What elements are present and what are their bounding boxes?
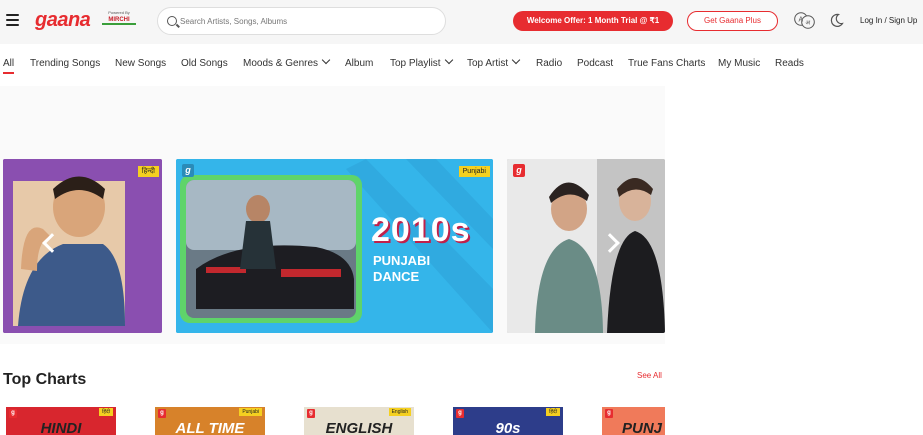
nav-item-album[interactable]: Album (345, 58, 373, 69)
chart-card-title: ENGLISH (325, 420, 393, 435)
chevron-down-icon (444, 55, 453, 65)
language-tag: हिंदी (99, 408, 113, 416)
banner-title: 2010s (371, 211, 471, 249)
nav-item-label: New Songs (115, 58, 167, 69)
banner-artist-image (3, 159, 162, 333)
nav-item-label: My Music (718, 58, 761, 69)
nav-item-label: Top Artist (467, 58, 509, 69)
powered-by-text: Powered By (108, 10, 130, 15)
nav-item-reads[interactable]: Reads (775, 58, 804, 69)
chart-card-title: ALL TIME (175, 420, 245, 435)
gaana-badge-icon: g (605, 409, 613, 418)
gaana-badge-icon: g (456, 409, 464, 418)
nav-item-moods-genres[interactable]: Moods & Genres (243, 55, 331, 69)
language-tag: English (388, 408, 411, 416)
nav-item-label: All (3, 58, 15, 69)
nav-item-label: Trending Songs (30, 58, 101, 69)
carousel-banner-hindi[interactable]: हिन्दी (3, 159, 162, 333)
nav-item-trending-songs[interactable]: Trending Songs (30, 58, 100, 69)
nav-item-label: Album (345, 58, 374, 69)
main-nav: All Trending Songs New Songs Old Songs M… (0, 52, 923, 78)
chart-card-english[interactable]: g English ENGLISH (304, 407, 414, 435)
top-charts-heading: Top Charts (3, 371, 87, 388)
nav-item-true-fans-charts[interactable]: True Fans Charts (628, 58, 705, 69)
menu-icon[interactable] (6, 14, 19, 26)
welcome-offer-button[interactable]: Welcome Offer: 1 Month Trial @ ₹1 (513, 11, 673, 31)
chart-card-hindi[interactable]: g हिंदी HINDI (6, 407, 116, 435)
carousel-banner-punjabi-dance[interactable]: g Punjabi 2010s PUNJABI DANCE (176, 159, 493, 333)
gaana-badge-icon: g (513, 164, 525, 177)
nav-item-label: Radio (536, 58, 563, 69)
see-all-link[interactable]: See All (637, 371, 662, 380)
nav-item-all[interactable]: All (3, 58, 14, 69)
carousel-banner-artists[interactable]: g (507, 159, 665, 333)
search-input[interactable] (180, 12, 435, 30)
gaana-badge-icon: g (158, 409, 166, 418)
gaana-logo[interactable]: gaana (35, 9, 91, 32)
nav-item-top-playlist[interactable]: Top Playlist (390, 55, 453, 69)
language-tag: Punjabi (458, 166, 490, 177)
language-tag: हिंदी (546, 408, 560, 416)
nav-item-label: Top Playlist (390, 58, 441, 69)
nav-item-label: Podcast (577, 58, 614, 69)
nav-item-podcast[interactable]: Podcast (577, 58, 613, 69)
language-icon[interactable]: A अ (794, 12, 815, 29)
svg-text:A: A (799, 17, 804, 24)
search-bar[interactable] (157, 7, 446, 35)
nav-item-label: Moods & Genres (243, 58, 319, 69)
nav-item-new-songs[interactable]: New Songs (115, 58, 166, 69)
nav-item-label: Old Songs (181, 58, 228, 69)
nav-item-radio[interactable]: Radio (536, 58, 562, 69)
svg-text:अ: अ (806, 21, 811, 27)
nav-item-old-songs[interactable]: Old Songs (181, 58, 228, 69)
login-signup-link[interactable]: Log In / Sign Up (860, 16, 917, 25)
moon-icon[interactable] (829, 13, 844, 28)
search-icon[interactable] (167, 16, 177, 26)
banner-artist-image (507, 159, 665, 333)
chart-card-punjabi[interactable]: g PUNJ (602, 407, 665, 435)
mirchi-brand: MIRCHI (102, 17, 136, 25)
nav-item-top-artist[interactable]: Top Artist (467, 55, 521, 69)
nav-item-my-music[interactable]: My Music (718, 58, 760, 69)
active-nav-underline (3, 72, 14, 74)
chart-card-title: PUNJ (622, 420, 663, 435)
top-header: gaana Powered By MIRCHI Welcome Offer: 1… (0, 0, 923, 44)
gaana-badge-icon: g (9, 409, 17, 418)
gaana-badge-icon: g (307, 409, 315, 418)
chevron-down-icon (511, 55, 521, 65)
banner-subtitle-line1: PUNJABI (373, 253, 431, 268)
nav-item-label: Reads (775, 58, 804, 69)
gaana-badge-icon: g (182, 164, 194, 177)
language-tag: हिन्दी (137, 166, 159, 177)
nav-item-label: True Fans Charts (628, 58, 706, 69)
banner-subtitle-line2: DANCE (373, 269, 420, 284)
get-gaana-plus-button[interactable]: Get Gaana Plus (687, 11, 778, 31)
chart-card-title: 90s (495, 420, 521, 435)
language-tag: Punjabi (239, 408, 262, 416)
powered-by-mirchi-logo: Powered By MIRCHI (102, 10, 136, 30)
chart-card-title: HINDI (40, 420, 82, 435)
chevron-down-icon (321, 55, 331, 65)
chart-card-all-time[interactable]: g Punjabi ALL TIME (155, 407, 265, 435)
chart-card-90s[interactable]: g हिंदी 90s (453, 407, 563, 435)
